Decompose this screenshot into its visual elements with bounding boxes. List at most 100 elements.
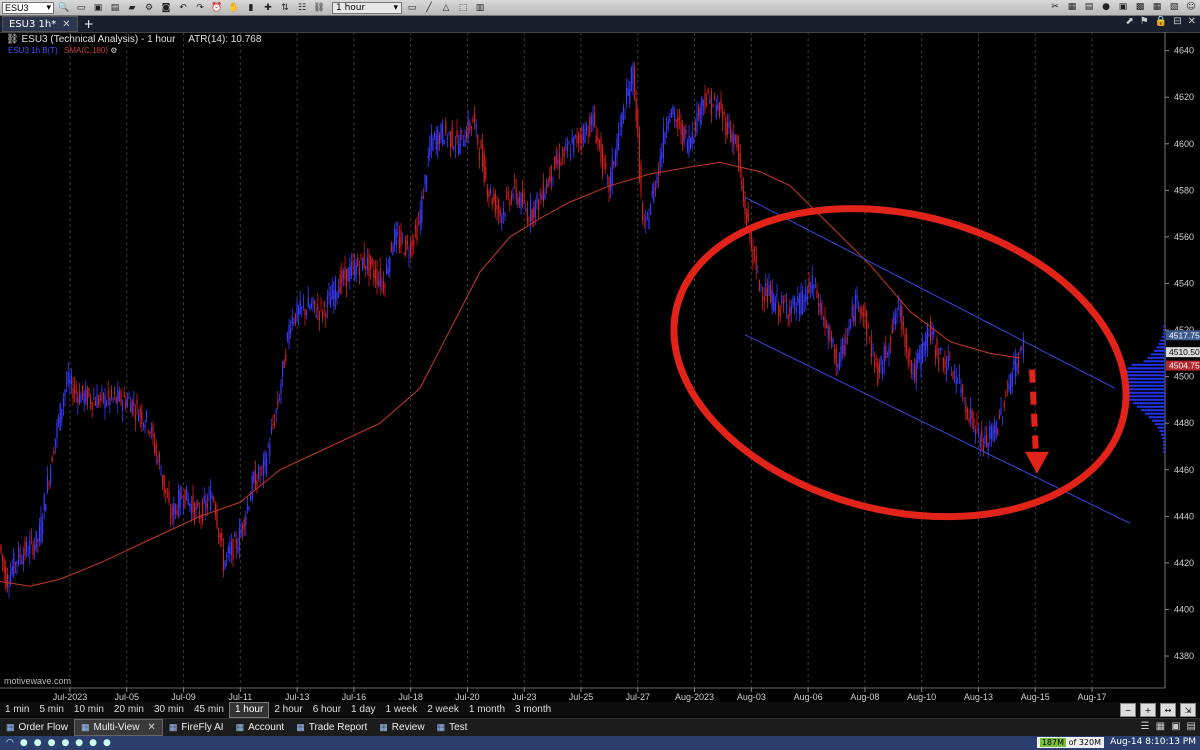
- line-tool-icon[interactable]: ╱: [422, 2, 436, 14]
- candle-body: [563, 147, 565, 157]
- coins-icon[interactable]: ●: [1099, 1, 1113, 13]
- candle-body: [947, 355, 949, 368]
- timeframe-button[interactable]: 10 min: [69, 703, 109, 717]
- candle-body: [45, 504, 47, 512]
- candle-body: [861, 308, 863, 316]
- save-icon[interactable]: ▣: [91, 2, 105, 14]
- window-close-icon[interactable]: ✕: [1188, 16, 1196, 27]
- timeframe-select[interactable]: 1 hour ▾: [332, 1, 402, 14]
- crosshair-icon[interactable]: ✚: [261, 2, 275, 14]
- timeframe-button[interactable]: 45 min: [189, 703, 229, 717]
- candle-body: [859, 307, 861, 313]
- search-icon[interactable]: 🔍: [57, 2, 71, 14]
- tools-icon[interactable]: ✂: [1048, 1, 1062, 13]
- grid-icon[interactable]: ▦: [1156, 721, 1165, 732]
- document-icon[interactable]: ▤: [1187, 721, 1196, 732]
- layout-icon[interactable]: ▣: [1116, 1, 1130, 13]
- symbol-select[interactable]: ESU3 ▾: [2, 1, 54, 14]
- add-tab-button[interactable]: +: [84, 17, 94, 31]
- candle-body: [232, 539, 234, 560]
- open-folder-icon[interactable]: ▰: [125, 2, 139, 14]
- camera-icon[interactable]: ◙: [159, 2, 173, 14]
- channel-lower-line[interactable]: [744, 334, 1131, 524]
- panel-tab[interactable]: ▦ Order Flow: [0, 720, 74, 735]
- candle-body: [675, 120, 677, 122]
- lock-icon[interactable]: 🔒: [1155, 16, 1167, 27]
- timeframe-button[interactable]: 30 min: [149, 703, 189, 717]
- zoom-out-icon[interactable]: −: [1120, 703, 1136, 717]
- triangle-tool-icon[interactable]: △: [439, 2, 453, 14]
- candle-icon[interactable]: ▮: [244, 2, 258, 14]
- candle-body: [842, 339, 844, 354]
- timeframe-button[interactable]: 2 hour: [269, 703, 307, 717]
- fit-icon[interactable]: ⇲: [1180, 703, 1196, 717]
- close-icon[interactable]: ✕: [147, 722, 155, 733]
- timeframe-button[interactable]: 3 month: [510, 703, 556, 717]
- candle-body: [182, 504, 184, 506]
- candle-body: [83, 392, 85, 404]
- timeframe-button[interactable]: 1 min: [0, 703, 34, 717]
- price-tag-label: 4510.50: [1169, 347, 1200, 357]
- candle-body: [365, 265, 367, 270]
- timeframe-button[interactable]: 1 month: [464, 703, 510, 717]
- tab-esu3[interactable]: ESU3 1h* ✕: [2, 16, 78, 32]
- panel-tab[interactable]: ▦ Test: [431, 720, 474, 735]
- candle-body: [731, 132, 733, 143]
- shape-tool-icon[interactable]: ⬚: [456, 2, 470, 14]
- panel-tab[interactable]: ▦ Account: [230, 720, 291, 735]
- panel-tab[interactable]: ▦ Review: [373, 720, 430, 735]
- user-icon[interactable]: ☺: [1184, 1, 1198, 13]
- timeframe-button[interactable]: 5 min: [34, 703, 68, 717]
- news-icon[interactable]: ▧: [1167, 1, 1181, 13]
- timeframe-button[interactable]: 1 week: [381, 703, 423, 717]
- zoom-in-icon[interactable]: +: [1140, 703, 1156, 717]
- candle-body: [488, 191, 490, 197]
- candle-body: [954, 370, 956, 374]
- timeframe-button[interactable]: 20 min: [109, 703, 149, 717]
- candle-body: [405, 236, 407, 256]
- link-icon[interactable]: ⛓: [6, 34, 19, 45]
- split-icon[interactable]: ⊟: [1173, 16, 1181, 27]
- pan-icon[interactable]: ↔: [1160, 703, 1176, 717]
- text-tool-icon[interactable]: ▥: [473, 2, 487, 14]
- alarm-icon[interactable]: ⏰: [210, 2, 224, 14]
- calculator-icon[interactable]: ▩: [1133, 1, 1147, 13]
- close-icon[interactable]: ✕: [62, 19, 70, 30]
- panel-tab[interactable]: ▦ FireFly AI: [163, 720, 230, 735]
- gear-icon[interactable]: ⚙: [110, 46, 117, 55]
- memory-indicator[interactable]: 187M of 320M: [1036, 737, 1104, 748]
- panel-tab[interactable]: ▦ Multi-View ✕: [73, 719, 163, 736]
- trade-icon[interactable]: ⇅: [278, 2, 292, 14]
- timeframe-button[interactable]: 1 day: [346, 703, 380, 717]
- hand-icon[interactable]: ✋: [227, 2, 241, 14]
- candle-body: [51, 457, 53, 463]
- chart-add-icon[interactable]: ▦: [1065, 1, 1079, 13]
- list-icon[interactable]: ☰: [1141, 721, 1150, 732]
- orders-icon[interactable]: ▤: [1082, 1, 1096, 13]
- volume-profile-bar: [1163, 447, 1165, 450]
- settings-icon[interactable]: ⚙: [142, 2, 156, 14]
- calendar-icon[interactable]: ▦: [1150, 1, 1164, 13]
- timeframe-button[interactable]: 1 hour: [228, 701, 270, 718]
- layout-icon[interactable]: ▣: [1171, 721, 1180, 732]
- new-window-icon[interactable]: ▭: [74, 2, 88, 14]
- print-icon[interactable]: ▤: [108, 2, 122, 14]
- link-icon[interactable]: ⛓: [312, 2, 326, 14]
- candle-body: [470, 126, 472, 129]
- timeframe-button[interactable]: 2 week: [422, 703, 464, 717]
- flag-icon[interactable]: ⚑: [1140, 16, 1149, 27]
- redo-icon[interactable]: ↷: [193, 2, 207, 14]
- bar-style-icon[interactable]: ▭: [405, 2, 419, 14]
- maximize-icon[interactable]: ⬈: [1125, 16, 1133, 27]
- timeframe-button[interactable]: 6 hour: [308, 703, 346, 717]
- annotation-ellipse[interactable]: [641, 163, 1159, 561]
- candle-body: [27, 554, 29, 556]
- panel-tab-bar: ▦ Order Flow ▦ Multi-View ✕ ▦ FireFly AI ▦ Accou…: [0, 718, 1200, 736]
- panel-tab[interactable]: ▦ Trade Report: [290, 720, 373, 735]
- candle-body: [101, 389, 103, 391]
- dom-icon[interactable]: ☷: [295, 2, 309, 14]
- price-chart[interactable]: 4380440044204440446044804500452045404560…: [0, 32, 1200, 702]
- candle-body: [198, 511, 200, 520]
- candle-body: [946, 367, 948, 373]
- undo-icon[interactable]: ↶: [176, 2, 190, 14]
